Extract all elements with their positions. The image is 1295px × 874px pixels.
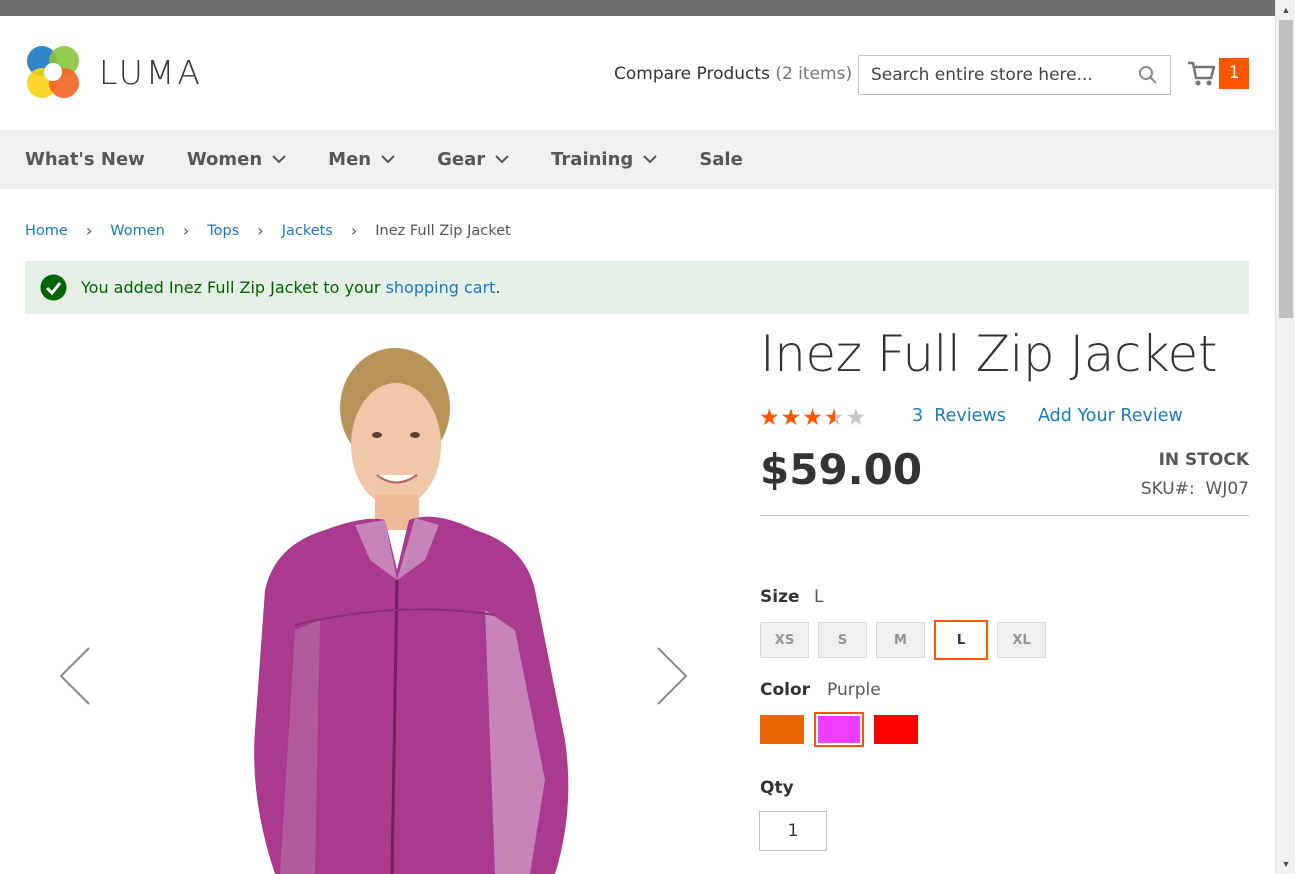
breadcrumb-home[interactable]: Home [25, 223, 68, 239]
nav-item-men[interactable]: Men [328, 149, 395, 170]
compare-products-link[interactable]: Compare Products (2 items) [614, 64, 852, 84]
cart-icon [1188, 61, 1216, 85]
nav-item-gear[interactable]: Gear [437, 149, 509, 170]
chevron-down-icon [381, 155, 395, 164]
luma-logo[interactable]: LUMA [25, 44, 203, 100]
chevron-down-icon [643, 155, 658, 164]
qty-label: Qty [760, 778, 794, 798]
nav-item-label: Women [186, 149, 263, 170]
nav-item-label: Sale [699, 149, 743, 170]
qty-input[interactable] [759, 811, 827, 851]
breadcrumb-tops[interactable]: Tops [207, 223, 239, 239]
size-label: Size [760, 587, 800, 607]
chevron-down-icon [495, 155, 509, 164]
color-swatches [760, 712, 931, 747]
luma-logo-icon [27, 46, 79, 98]
product-sku: SKU#: WJ07 [1141, 479, 1249, 499]
compare-label: Compare Products [614, 64, 770, 84]
shopping-cart-link[interactable]: shopping cart [386, 278, 496, 297]
product-price: $59.00 [760, 445, 923, 494]
size-selected-value: L [814, 587, 824, 607]
breadcrumb-separator-icon: › [257, 221, 264, 240]
sku-value: WJ07 [1205, 479, 1249, 499]
divider [760, 515, 1249, 516]
star-icon: ★ [780, 404, 803, 430]
minicart-button[interactable]: 1 [1187, 58, 1249, 89]
breadcrumb-current: Inez Full Zip Jacket [375, 222, 511, 239]
product-title: Inez Full Zip Jacket [760, 325, 1217, 383]
size-option-xs[interactable]: XS [760, 622, 809, 658]
gallery-next-arrow-icon[interactable] [655, 646, 689, 706]
nav-item-whats-new[interactable]: What's New [25, 149, 145, 170]
stock-status: IN STOCK [1158, 450, 1249, 470]
sku-label: SKU#: [1140, 479, 1195, 499]
top-bar [0, 0, 1275, 16]
gallery-prev-arrow-icon[interactable] [58, 646, 92, 706]
search-box [858, 55, 1171, 95]
search-icon[interactable] [1138, 65, 1158, 85]
size-option-m[interactable]: M [876, 622, 925, 658]
breadcrumb-women[interactable]: Women [110, 223, 165, 239]
star-icon: ★ [759, 404, 781, 430]
breadcrumb-jackets[interactable]: Jackets [282, 223, 333, 239]
color-option-orange[interactable] [760, 715, 804, 744]
breadcrumb-separator-icon: › [85, 221, 93, 240]
success-message: You added Inez Full Zip Jacket to your s… [25, 261, 1249, 314]
nav-item-training[interactable]: Training [551, 149, 658, 170]
nav-item-label: Gear [437, 149, 486, 170]
nav-item-women[interactable]: Women [187, 149, 286, 170]
logo-text: LUMA [99, 52, 203, 92]
check-circle-icon [40, 274, 67, 301]
reviews-link[interactable]: 3 Reviews [912, 406, 1006, 426]
nav-item-label: Men [328, 149, 372, 170]
scroll-up-arrow-icon[interactable]: ▲ [1276, 2, 1295, 18]
nav-item-label: Training [551, 149, 634, 170]
breadcrumb-separator-icon: › [182, 221, 190, 240]
rating-stars: ★ ★ ★ ★ ★ [759, 404, 867, 430]
product-rating: ★ ★ ★ ★ ★ [759, 404, 867, 430]
nav-item-label: What's New [25, 149, 145, 170]
color-option-red[interactable] [874, 715, 918, 744]
chevron-down-icon [272, 155, 286, 164]
size-option-s[interactable]: S [818, 622, 867, 658]
size-option-xl[interactable]: XL [997, 622, 1046, 658]
scrollbar-thumb[interactable] [1279, 20, 1293, 318]
reviews-count: 3 [912, 406, 924, 426]
product-gallery[interactable] [25, 330, 715, 874]
scroll-down-arrow-icon[interactable]: ▼ [1276, 856, 1295, 872]
star-icon: ★ [802, 404, 824, 430]
color-label: Color [760, 680, 811, 700]
reviews-label: Reviews [934, 406, 1006, 426]
search-input[interactable] [859, 56, 1119, 94]
size-option-l[interactable]: L [934, 620, 988, 660]
main-navigation: What's New Women Men Gear Training Sale [0, 130, 1275, 189]
product-image [254, 348, 569, 874]
cart-count-badge: 1 [1219, 58, 1249, 89]
message-suffix: . [495, 278, 501, 297]
breadcrumb: Home › Women › Tops › Jackets › Inez Ful… [25, 221, 511, 240]
size-swatches: XS S M L XL [760, 620, 1055, 660]
nav-item-sale[interactable]: Sale [699, 149, 743, 170]
star-empty-icon: ★ [845, 404, 868, 430]
color-option-purple[interactable] [814, 712, 864, 747]
color-selected-value: Purple [827, 680, 881, 700]
add-review-link[interactable]: Add Your Review [1038, 406, 1183, 426]
star-half-icon: ★ [823, 404, 846, 430]
breadcrumb-separator-icon: › [350, 221, 358, 240]
compare-count: (2 items) [775, 64, 853, 84]
page-scrollbar[interactable]: ▲ ▼ [1275, 0, 1295, 874]
message-prefix: You added Inez Full Zip Jacket to your [81, 278, 386, 297]
